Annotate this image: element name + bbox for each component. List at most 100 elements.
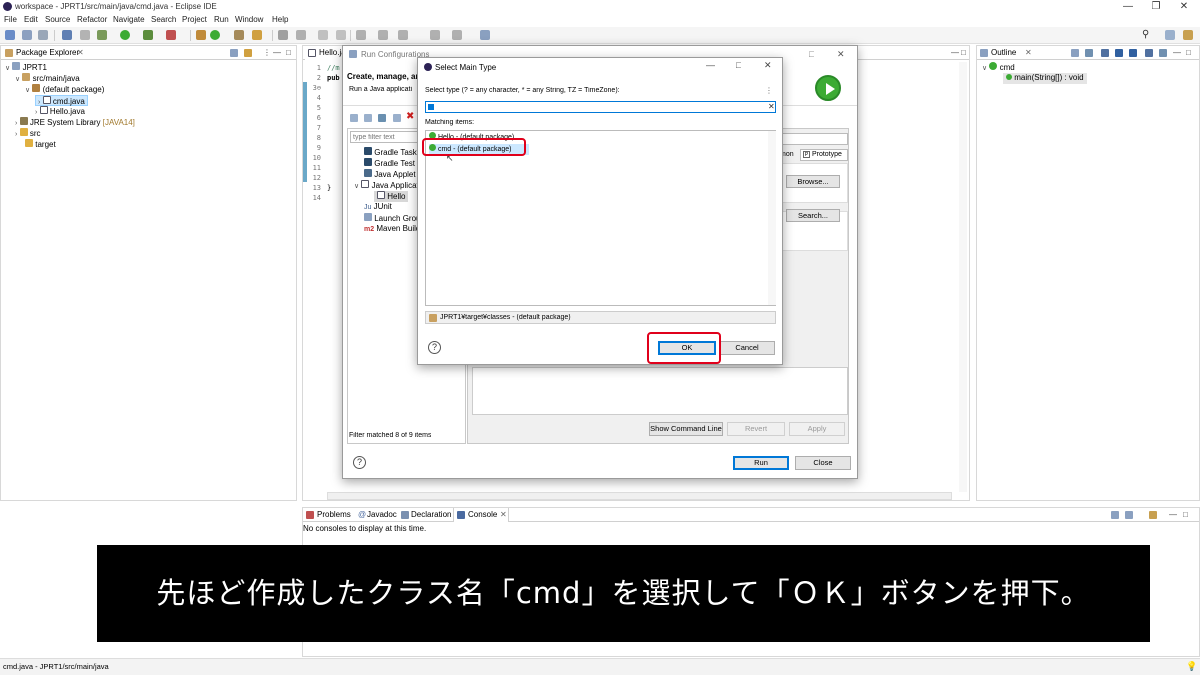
open-console-icon[interactable] [1149,511,1157,519]
coverage-icon[interactable] [143,30,153,40]
lightbulb-icon[interactable]: 💡 [1186,661,1197,672]
new-config-icon[interactable] [350,114,358,122]
menu-window[interactable]: Window [235,15,263,24]
apply-button[interactable]: Apply [789,422,845,436]
search-button[interactable]: Search... [786,209,840,222]
word-wrap-icon[interactable] [318,30,328,40]
display-console-icon[interactable] [1125,511,1133,519]
java-perspective-icon[interactable] [1183,30,1193,40]
close-tab-icon[interactable]: ✕ [1025,48,1032,57]
menu-help[interactable]: Help [272,15,288,24]
debug-icon[interactable] [97,30,107,40]
config-java-application[interactable]: ∨ Java Applicati [354,180,421,191]
pin-editor-icon[interactable] [480,30,490,40]
revert-button[interactable]: Revert [727,422,785,436]
close-icon[interactable]: ✕ [764,60,772,71]
run-icon[interactable] [120,30,130,40]
duplicate-config-icon[interactable] [393,114,401,122]
prev-annotation-icon[interactable] [378,30,388,40]
minimize-view-icon[interactable]: — [1173,48,1181,57]
close-icon[interactable]: ✕ [837,49,845,60]
config-launch-group[interactable]: Launch Grou [364,213,421,224]
tree-item-project[interactable]: ∨ JPRT1 [5,62,47,73]
hide-local-types-icon[interactable] [1145,49,1153,57]
sort-icon[interactable] [1085,49,1093,57]
block-selection-icon[interactable] [336,30,346,40]
maximize-icon[interactable]: □ [809,49,814,59]
menu-search[interactable]: Search [151,15,176,24]
show-command-line-button[interactable]: Show Command Line [649,422,723,436]
outline-tab[interactable]: Outline ✕ — □ [977,46,1199,60]
config-gradle-task[interactable]: Gradle Task [364,147,417,158]
tree-item-default-package[interactable]: ∨ (default package) [25,84,104,95]
menu-source[interactable]: Source [45,15,70,24]
hide-static-icon[interactable] [1115,49,1123,57]
tree-item-jre-library[interactable]: › JRE System Library [JAVA14] [15,117,135,128]
minimize-icon[interactable]: — [706,60,715,70]
new-prototype-icon[interactable] [364,114,372,122]
new-java-project-icon[interactable] [196,30,206,40]
config-gradle-test[interactable]: Gradle Test [364,158,415,169]
menu-navigate[interactable]: Navigate [113,15,145,24]
vertical-scrollbar[interactable] [959,62,967,492]
cancel-button[interactable]: Cancel [719,341,775,355]
collapse-all-icon[interactable] [230,49,238,57]
last-edit-icon[interactable] [398,30,408,40]
close-tab-icon[interactable]: ✕ [77,48,84,57]
tab-prototype[interactable]: P Prototype [800,149,848,161]
menu-refactor[interactable]: Refactor [77,15,107,24]
toggle-mark-icon[interactable] [296,30,306,40]
link-editor-icon[interactable] [1159,49,1167,57]
open-perspective-icon[interactable] [1165,30,1175,40]
new-icon[interactable] [5,30,15,40]
help-icon[interactable]: ? [353,456,366,469]
tab-javadoc[interactable]: Javadoc [367,510,397,519]
close-tab-icon[interactable]: ✕ [500,510,507,519]
new-class-icon[interactable] [210,30,220,40]
collapse-all-icon[interactable] [1071,49,1079,57]
restore-icon[interactable]: ❐ [1142,0,1170,14]
hide-nonpublic-icon[interactable] [1129,49,1137,57]
view-menu-icon[interactable]: ⋮ [765,86,773,95]
back-icon[interactable] [430,30,440,40]
outline-item-class[interactable]: ∨ cmd [982,62,1015,73]
next-annotation-icon[interactable] [356,30,366,40]
config-junit[interactable]: Ju JUnit [364,202,392,213]
close-button[interactable]: Close [795,456,851,470]
forward-icon[interactable] [452,30,462,40]
tab-problems[interactable]: Problems [317,510,351,519]
save-all-icon[interactable] [38,30,48,40]
menu-run[interactable]: Run [214,15,229,24]
maximize-editor-icon[interactable]: □ [961,48,966,57]
search-toolbar-icon[interactable] [252,30,262,40]
horizontal-scrollbar[interactable] [327,492,952,500]
tree-item-src-main-java[interactable]: ∨ src/main/java [15,73,80,84]
save-icon[interactable] [22,30,32,40]
pin-console-icon[interactable] [1111,511,1119,519]
minimize-icon[interactable]: — [1114,0,1142,14]
minimize-editor-icon[interactable]: — [951,48,959,57]
export-config-icon[interactable] [378,114,386,122]
tree-item-cmd-java[interactable]: › cmd.java [35,95,88,106]
search-icon[interactable]: ⚲ [1142,30,1152,40]
maximize-view-icon[interactable]: □ [1183,510,1188,519]
menu-edit[interactable]: Edit [24,15,38,24]
skip-breakpoints-icon[interactable] [80,30,90,40]
clear-input-icon[interactable]: ✕ [768,102,775,111]
config-hello[interactable]: Hello [374,191,409,202]
hide-fields-icon[interactable] [1101,49,1109,57]
config-java-applet[interactable]: Java Applet [364,169,416,180]
package-explorer-tab[interactable]: Package Explorer ✕ ⋮ — □ [1,46,296,60]
open-type-icon[interactable] [234,30,244,40]
annotation-icon[interactable] [278,30,288,40]
list-scrollbar[interactable] [768,131,776,305]
run-button[interactable]: Run [733,456,789,470]
tab-declaration[interactable]: Declaration [411,510,451,519]
tree-item-src[interactable]: › src [15,128,40,139]
close-icon[interactable]: ✕ [1170,0,1198,14]
delete-config-icon[interactable]: ✖ [406,111,414,122]
menu-file[interactable]: File [4,15,17,24]
tab-console[interactable]: Console ✕ [453,508,509,522]
minimize-view-icon[interactable]: — [273,48,281,57]
outline-item-main[interactable]: main(String[]) : void [1003,73,1087,84]
